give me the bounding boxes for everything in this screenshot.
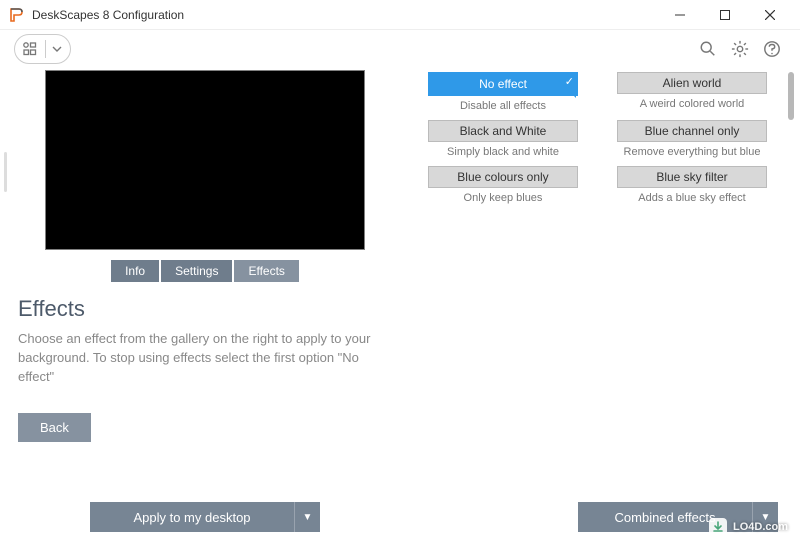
check-icon: ✓ bbox=[565, 75, 574, 88]
tabstrip: Info Settings Effects bbox=[18, 260, 392, 282]
effect-card-alien-world[interactable]: Alien world A weird colored world bbox=[617, 72, 767, 112]
separator bbox=[45, 40, 46, 58]
search-button[interactable] bbox=[694, 35, 722, 63]
thumb-label: Blue colours only bbox=[429, 167, 577, 187]
section-heading: Effects bbox=[18, 296, 392, 322]
thumb-caption: A weird colored world bbox=[617, 98, 767, 110]
thumbnail: Blue colours only bbox=[428, 166, 578, 188]
view-mode-dropdown[interactable] bbox=[14, 34, 71, 64]
effects-gallery: ✓ No effect Disable all effects Alien wo… bbox=[410, 70, 786, 492]
apply-to-desktop-button[interactable]: Apply to my desktop ▼ bbox=[90, 502, 320, 532]
thumb-caption: Adds a blue sky effect bbox=[617, 192, 767, 204]
thumb-label: Blue sky filter bbox=[618, 167, 766, 187]
rail-grip-icon bbox=[4, 152, 7, 192]
watermark-text: LO4D.com bbox=[733, 521, 788, 533]
left-rail[interactable] bbox=[0, 70, 10, 546]
thumbnail: Black and White bbox=[428, 120, 578, 142]
effect-card-no-effect[interactable]: ✓ No effect Disable all effects bbox=[428, 72, 578, 112]
maximize-button[interactable] bbox=[702, 0, 747, 30]
effect-card-blue-channel[interactable]: Blue channel only Remove everything but … bbox=[617, 120, 767, 158]
apply-label: Apply to my desktop bbox=[90, 510, 294, 525]
watermark: LO4D.com bbox=[709, 518, 788, 536]
scrollbar-thumb[interactable] bbox=[788, 72, 794, 120]
effect-card-blue-colours[interactable]: Blue colours only Only keep blues bbox=[428, 166, 578, 204]
tab-settings[interactable]: Settings bbox=[161, 260, 232, 282]
minimize-button[interactable] bbox=[657, 0, 702, 30]
main-area: Info Settings Effects Effects Choose an … bbox=[0, 68, 800, 546]
thumb-caption: Remove everything but blue bbox=[617, 146, 767, 158]
thumb-label: Alien world bbox=[618, 73, 766, 93]
section-description: Choose an effect from the gallery on the… bbox=[18, 330, 392, 387]
thumb-label: Black and White bbox=[429, 121, 577, 141]
apply-row: Apply to my desktop ▼ bbox=[18, 492, 392, 546]
back-button[interactable]: Back bbox=[18, 413, 91, 442]
app-icon bbox=[8, 7, 24, 23]
close-button[interactable] bbox=[747, 0, 792, 30]
effect-card-blue-sky[interactable]: Blue sky filter Adds a blue sky effect bbox=[617, 166, 767, 204]
download-icon bbox=[709, 518, 727, 536]
grid-icon bbox=[21, 40, 39, 58]
thumb-caption: Only keep blues bbox=[428, 192, 578, 204]
left-pane: Info Settings Effects Effects Choose an … bbox=[10, 70, 410, 546]
tab-info[interactable]: Info bbox=[111, 260, 159, 282]
thumbnail: Alien world bbox=[617, 72, 767, 94]
thumb-caption: Disable all effects bbox=[428, 100, 578, 112]
effect-card-black-white[interactable]: Black and White Simply black and white bbox=[428, 120, 578, 158]
right-pane: ✓ No effect Disable all effects Alien wo… bbox=[410, 70, 800, 546]
thumb-caption: Simply black and white bbox=[428, 146, 578, 158]
settings-gear-button[interactable] bbox=[726, 35, 754, 63]
preview-area bbox=[45, 70, 365, 250]
thumbnail: Blue sky filter bbox=[617, 166, 767, 188]
thumbnail: Blue channel only bbox=[617, 120, 767, 142]
window-title: DeskScapes 8 Configuration bbox=[32, 8, 184, 22]
chevron-down-icon bbox=[52, 42, 62, 57]
titlebar: DeskScapes 8 Configuration bbox=[0, 0, 800, 30]
help-button[interactable] bbox=[758, 35, 786, 63]
thumb-label: Blue channel only bbox=[618, 121, 766, 141]
tab-effects[interactable]: Effects bbox=[234, 260, 298, 282]
toolbar bbox=[0, 30, 800, 68]
thumbnail: ✓ No effect bbox=[428, 72, 578, 96]
chevron-down-icon[interactable]: ▼ bbox=[294, 502, 320, 532]
